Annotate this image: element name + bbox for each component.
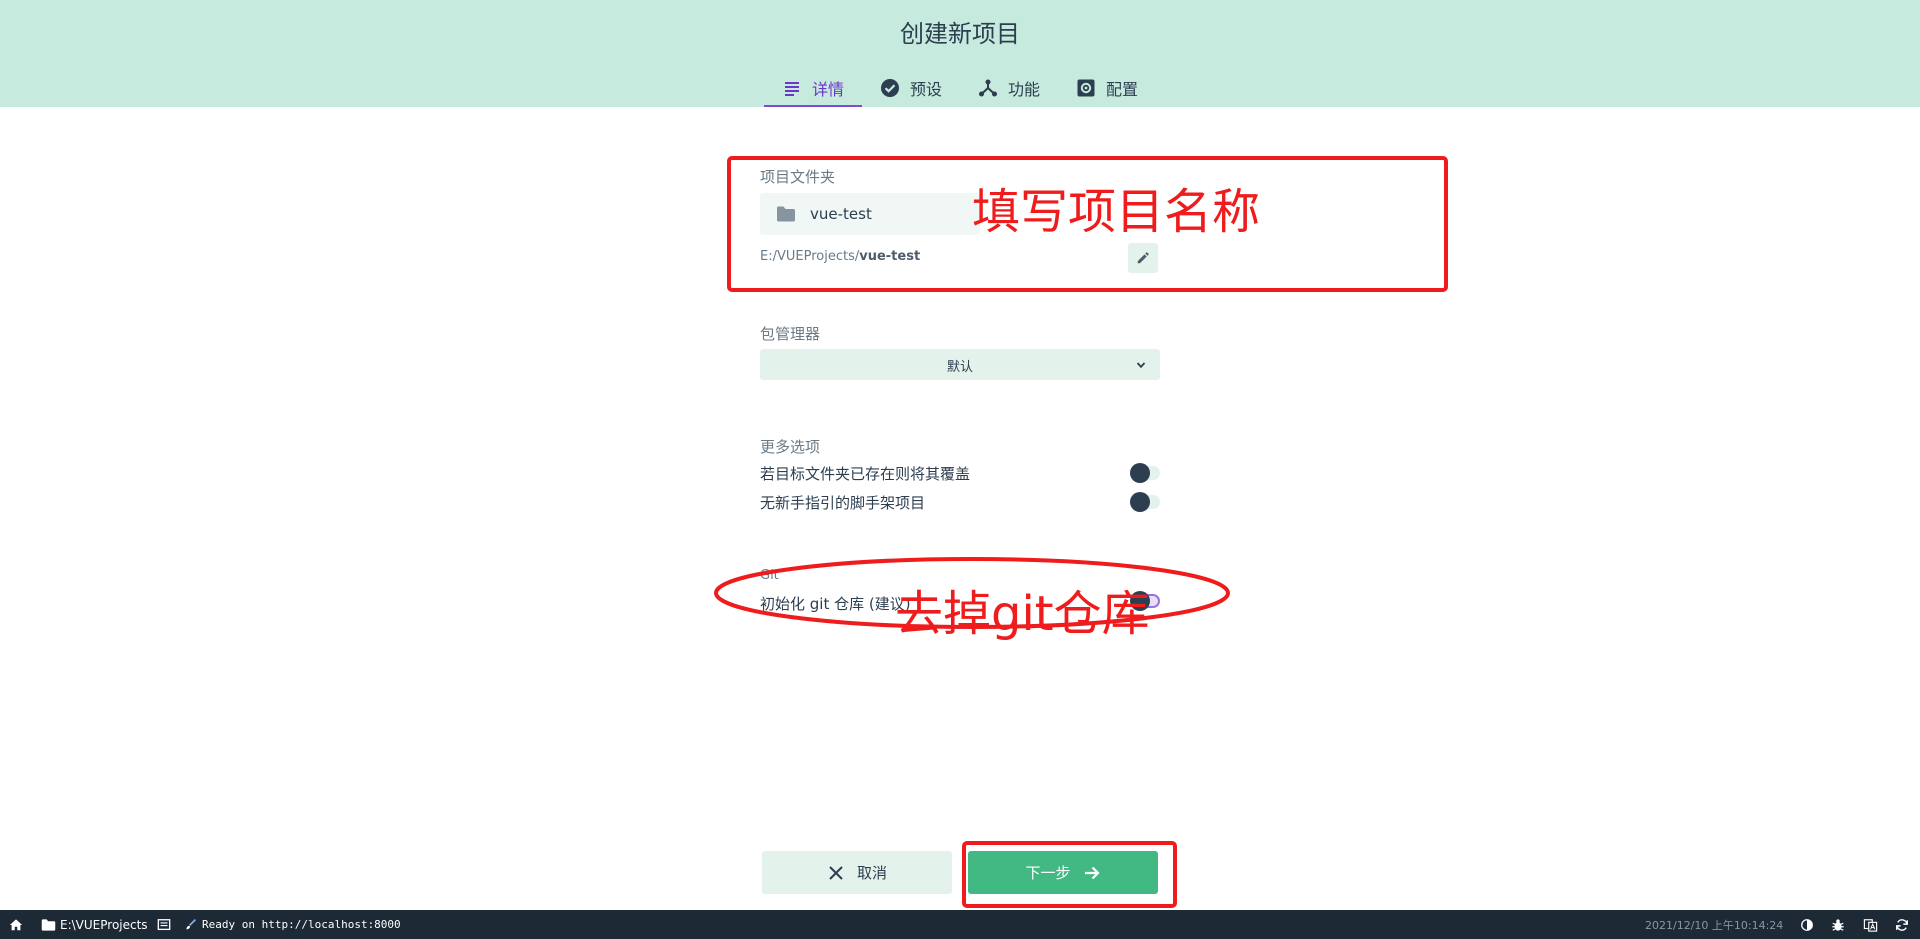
current-folder-path: E:\VUEProjects xyxy=(60,917,148,932)
git-annotation-text: 去掉git仓库 xyxy=(895,586,1150,642)
overwrite-option-label: 若目标文件夹已存在则将其覆盖 xyxy=(760,465,971,483)
overwrite-toggle[interactable] xyxy=(1130,463,1160,483)
more-options-label: 更多选项 xyxy=(760,438,821,456)
home-button[interactable] xyxy=(8,910,24,939)
theme-toggle-button[interactable] xyxy=(1799,910,1815,939)
branch-icon xyxy=(978,78,998,98)
brush-icon xyxy=(182,917,198,933)
no-guide-toggle[interactable] xyxy=(1130,492,1160,512)
report-bug-button[interactable] xyxy=(1830,910,1846,939)
tab-details[interactable]: 详情 xyxy=(764,68,863,107)
package-manager-value: 默认 xyxy=(946,360,973,375)
contrast-icon xyxy=(1799,917,1815,933)
settings-icon xyxy=(1076,78,1096,98)
no-guide-option-label: 无新手指引的脚手架项目 xyxy=(760,494,926,512)
server-status[interactable]: Ready on http://localhost:8000 xyxy=(182,910,401,939)
package-manager-select[interactable]: 默认 xyxy=(760,349,1160,380)
status-bar: E:\VUEProjects Ready on http://localhost… xyxy=(0,910,1920,939)
next-annotation-box xyxy=(962,841,1177,908)
page-title: 创建新项目 xyxy=(900,20,1020,48)
refresh-button[interactable] xyxy=(1894,910,1910,939)
tab-presets[interactable]: 预设 xyxy=(862,68,960,107)
status-datetime: 2021/12/10 上午10:14:24 xyxy=(1645,918,1784,932)
tab-features[interactable]: 功能 xyxy=(960,68,1058,107)
tab-presets-label: 预设 xyxy=(910,79,943,99)
bug-icon xyxy=(1830,917,1846,933)
header: 创建新项目 详情 预设 功能 配置 xyxy=(0,0,1920,107)
folder-annotation-text: 填写项目名称 xyxy=(972,184,1261,240)
tab-bar: 详情 预设 功能 配置 xyxy=(764,68,1156,107)
toggle-knob xyxy=(1130,463,1150,483)
folder-icon xyxy=(40,917,56,933)
language-button[interactable] xyxy=(1862,910,1878,939)
cancel-label: 取消 xyxy=(856,864,887,882)
home-icon xyxy=(8,917,24,933)
current-folder-button[interactable]: E:\VUEProjects xyxy=(40,910,148,939)
server-ready-text: Ready on http://localhost:8000 xyxy=(202,918,401,931)
toggle-knob xyxy=(1130,492,1150,512)
cancel-button[interactable]: 取消 xyxy=(762,851,952,894)
console-icon xyxy=(156,917,172,933)
tab-config[interactable]: 配置 xyxy=(1058,68,1156,107)
details-icon xyxy=(782,78,802,98)
tab-config-label: 配置 xyxy=(1106,79,1139,99)
tab-details-label: 详情 xyxy=(812,79,845,99)
translate-icon xyxy=(1862,917,1878,933)
console-button[interactable] xyxy=(156,910,172,939)
tab-features-label: 功能 xyxy=(1008,79,1041,99)
check-circle-icon xyxy=(880,78,900,98)
package-manager-label: 包管理器 xyxy=(760,325,821,343)
refresh-icon xyxy=(1894,917,1910,933)
close-icon xyxy=(827,864,845,882)
chevron-down-icon xyxy=(1134,357,1148,371)
